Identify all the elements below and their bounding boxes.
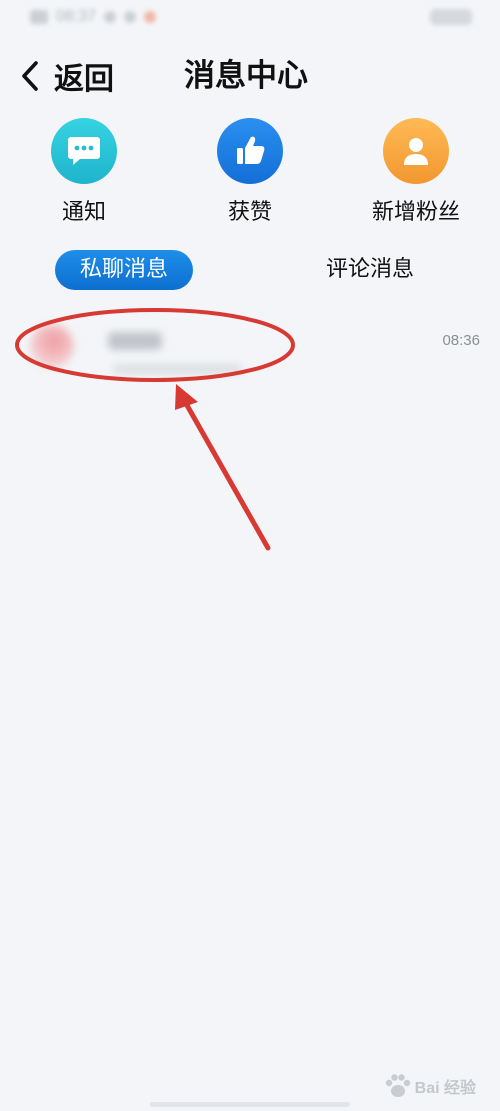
header: 返回 消息中心 (0, 48, 500, 104)
watermark-text: Bai 经验 (414, 1080, 476, 1097)
avatar (30, 324, 74, 368)
back-label: 返回 (54, 62, 114, 97)
status-bar: 08:37 (0, 0, 500, 36)
message-list: 08:36 (0, 312, 500, 390)
message-time: 08:36 (442, 332, 480, 349)
chat-bubble-icon (51, 118, 117, 184)
notification-icon (124, 11, 137, 23)
category-notifications[interactable]: 通知 (14, 118, 154, 226)
signal-icon (30, 10, 48, 24)
blurred-message-content (22, 318, 282, 388)
category-label: 新增粉丝 (371, 200, 460, 225)
category-label: 通知 (61, 200, 106, 225)
notification-icon (104, 11, 117, 23)
back-button[interactable]: 返回 (16, 54, 114, 98)
thumbs-up-icon (217, 118, 283, 184)
message-tabs: 私聊消息 评论消息 (0, 250, 500, 294)
category-row: 通知 获赞 新增粉丝 (0, 118, 500, 228)
status-time: 08:37 (56, 8, 97, 25)
person-icon (383, 118, 449, 184)
tab-private-messages[interactable]: 私聊消息 (55, 250, 193, 290)
annotation-arrow (181, 397, 271, 551)
battery-icon (430, 9, 472, 25)
watermark: Bai 经验 (381, 1073, 476, 1099)
message-preview (112, 364, 242, 374)
tab-comment-messages[interactable]: 评论消息 (326, 250, 414, 290)
home-indicator (150, 1102, 350, 1107)
category-label: 获赞 (227, 200, 272, 225)
category-likes[interactable]: 获赞 (180, 118, 320, 226)
notification-icon (144, 11, 157, 23)
message-sender (108, 332, 162, 350)
chevron-left-icon (16, 54, 44, 98)
status-left: 08:37 (30, 8, 157, 26)
message-row[interactable]: 08:36 (0, 312, 500, 390)
paw-logo-icon (385, 1074, 410, 1097)
category-new-followers[interactable]: 新增粉丝 (346, 118, 486, 226)
page-title: 消息中心 (184, 58, 308, 94)
